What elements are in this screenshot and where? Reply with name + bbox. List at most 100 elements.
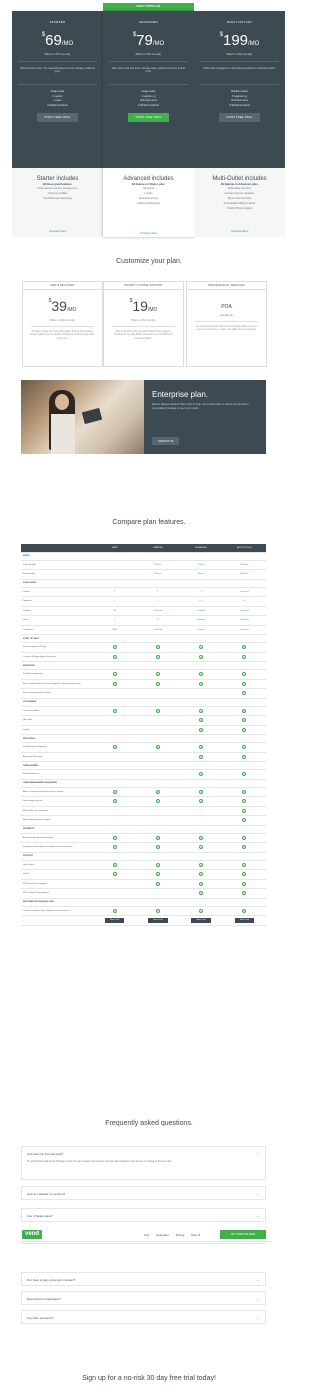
table-cell: ✓ [136, 706, 180, 716]
faq-item[interactable]: How do I activate my account? ⌄ [21, 1186, 266, 1200]
price-period: /MO [152, 41, 165, 47]
check-icon: ✓ [199, 645, 204, 650]
faq-item[interactable]: How does the free trial work? ⌃ Try all of… [21, 1146, 266, 1180]
cell-value: 2 [157, 619, 159, 622]
billing-note: Billed in USD annually [135, 53, 162, 56]
plan-includes: Multi-Outlet includes All features in Adv… [194, 168, 285, 211]
cell-value: 1 [114, 600, 116, 603]
feature-label: Advanced Reporting [21, 752, 93, 762]
table-cell [136, 661, 180, 670]
table-row: Basic transfer between outlets ✓ [21, 688, 266, 699]
faq-question: How do I activate my account? [27, 1192, 66, 1196]
table-cell: ✓ [93, 796, 137, 807]
start-free-trial-button[interactable]: START FREE TRIAL [219, 113, 260, 122]
table-cell [93, 898, 137, 907]
compare-plans-link[interactable]: Compare plans [12, 230, 103, 233]
table-cell: - [136, 815, 180, 826]
table-cell: Unlimited [179, 615, 223, 626]
table-row: Customers 1000 Unlimited Unlimited Unlimited [21, 625, 266, 635]
includes-list: Multi-outlet inventory Central customer d… [194, 186, 285, 211]
contact-us-link[interactable]: Contact us [187, 314, 266, 317]
check-icon: ✓ [155, 862, 160, 867]
cell-value: - [157, 809, 159, 812]
table-header-cell [21, 544, 93, 553]
check-icon: ✓ [199, 799, 204, 804]
customize-title: Customize your plan. [116, 258, 182, 265]
vend-logo[interactable]: vend [22, 1230, 42, 1239]
compare-plans-link[interactable]: Compare plans [194, 230, 285, 233]
table-cell: ✓ [222, 715, 266, 726]
chevron-down-icon: ⌄ [256, 1297, 259, 1301]
table-cell: ✓ [179, 888, 223, 899]
nav-link-more[interactable]: More ▾ [191, 1233, 200, 1237]
table-cell: ✓ [93, 742, 137, 753]
table-cell: ✓ [136, 906, 180, 916]
check-icon: ✓ [199, 727, 204, 732]
table-cell [136, 779, 180, 788]
includes-title: Advanced includes [123, 176, 174, 182]
table-row: Multi-outlet enterprise support - - - ✓ [21, 815, 266, 826]
table-cell [93, 752, 137, 762]
table-cell: ✓ [93, 787, 137, 797]
compare-plans-link[interactable]: Compare plans [103, 232, 194, 235]
table-cell: ✓ [179, 679, 223, 689]
table-cell: ✓ [93, 669, 137, 680]
cell-value: 1 [114, 590, 116, 593]
table-cell: ✓ [179, 652, 223, 662]
cell-value: Unlimited [240, 619, 249, 622]
start-trial-button[interactable]: Start Trial [191, 917, 211, 923]
table-cell: Unlimited [179, 606, 223, 616]
table-cell [136, 752, 180, 762]
divider [195, 321, 258, 322]
table-cell: ✓ [93, 706, 137, 716]
table-cell: $99/mo [179, 569, 223, 580]
feature-label: Sell on any device (iPad) [21, 642, 93, 653]
faq-question: Does Vend run franchises? [27, 1297, 61, 1301]
check-icon: ✓ [242, 727, 247, 732]
table-cell [93, 879, 137, 889]
feature-label: Small Business Reporting [21, 742, 93, 753]
faq-item[interactable]: Does Vend run franchises? ⌄ [21, 1291, 266, 1305]
table-cell: ✓ [93, 679, 137, 689]
faq-item[interactable]: Do I have to sign a long term contract? ⌄ [21, 1272, 266, 1286]
table-cell: ✓ [179, 842, 223, 853]
table-cell: ✓ [222, 679, 266, 689]
table-row: Vend U ✓ ✓ ✓ ✓ [21, 869, 266, 880]
table-header-row: FREE STARTER ADVANCED MULTI-OUTLET [21, 544, 266, 553]
contact-us-button[interactable]: CONTACT US [152, 437, 180, 445]
start-free-trial-button[interactable]: START FREE TRIAL [37, 113, 78, 122]
table-cell: Unlimited [222, 625, 266, 635]
table-row: Sales targets by user ✓ ✓ ✓ ✓ [21, 796, 266, 807]
nav-link-tour[interactable]: Tour [144, 1233, 149, 1237]
faq-item[interactable]: Can I change plans? ⌄ [21, 1208, 266, 1222]
nav-link-examples[interactable]: Examples [156, 1233, 168, 1237]
table-cell: Unlimited [179, 625, 223, 635]
faq-item[interactable]: Any other questions? ⌄ [21, 1310, 266, 1324]
plan-card-multi-outlet: MULTI-OUTLET $199/MO Billed in USD annuall… [194, 11, 285, 237]
table-cell: Start Trial [179, 915, 223, 926]
check-icon: ✓ [199, 872, 204, 877]
start-free-trial-button[interactable]: START FREE TRIAL [128, 113, 169, 122]
table-cell [136, 688, 180, 699]
table-cell: - [93, 815, 137, 826]
table-cell [93, 852, 137, 861]
faq-title: Frequently asked questions. [105, 1120, 193, 1127]
start-trial-button[interactable]: Start Trial [234, 917, 255, 923]
table-cell: - [93, 560, 137, 570]
nav-link-pricing[interactable]: Pricing [176, 1233, 185, 1237]
table-cell [136, 552, 180, 561]
cell-value: Unlimited [153, 609, 163, 612]
check-icon: ✓ [112, 872, 117, 877]
table-cell [93, 552, 137, 561]
try-vend-button[interactable]: TRY VEND FOR FREE [220, 1230, 266, 1239]
table-cell: Start Trial [93, 915, 137, 926]
table-cell: 1 [136, 596, 180, 607]
table-cell: 1 [93, 587, 137, 597]
table-cell: ✓ [136, 652, 180, 662]
addon-card: PRIORITY PHONE SUPPORT $19/MO Billed in US… [103, 281, 184, 367]
divider [200, 84, 279, 85]
start-trial-button[interactable]: Start Trial [104, 917, 125, 923]
feature-label: Loyalty [21, 725, 93, 735]
feature-label: 24/7 Email & chat support [21, 879, 93, 889]
start-trial-button[interactable]: Start Trial [148, 917, 168, 923]
